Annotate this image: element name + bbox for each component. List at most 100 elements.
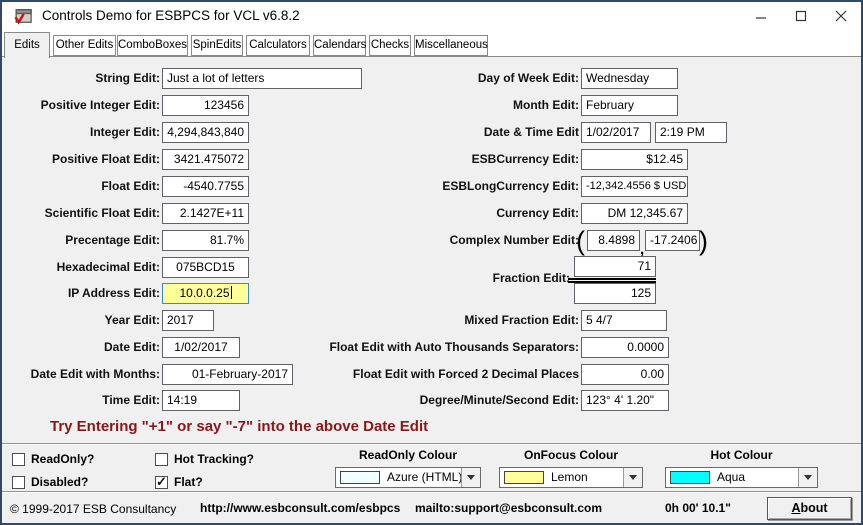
maximize-icon: [795, 10, 807, 22]
options-panel: ReadOnly? Disabled? Hot Tracking? Flat? …: [2, 443, 861, 491]
window-controls: [741, 2, 861, 30]
esb-long-currency-edit-field[interactable]: -12,342.4556 $ USD: [581, 176, 688, 197]
hot-tracking-checkbox-label: Hot Tracking?: [174, 452, 254, 466]
close-button[interactable]: [821, 2, 861, 30]
hot-colour-dropdown-button[interactable]: [798, 468, 817, 487]
complex-open-paren: (: [576, 228, 585, 255]
esb-long-currency-edit-label: ESBLongCurrency Edit:: [442, 179, 579, 193]
tab-miscellaneous[interactable]: Miscellaneous: [414, 35, 488, 56]
tab-comboboxes[interactable]: ComboBoxes: [117, 35, 188, 56]
complex-close-paren: ): [699, 228, 708, 255]
titlebar: Controls Demo for ESBPCS for VCL v6.8.2: [2, 2, 861, 30]
date-time-edit-date-field[interactable]: 1/02/2017: [581, 122, 651, 143]
hot-tracking-checkbox[interactable]: [155, 453, 168, 466]
mixed-fraction-edit-field[interactable]: 5 4/7: [581, 310, 667, 331]
hexadecimal-edit-label: Hexadecimal Edit:: [57, 260, 160, 274]
string-edit-field[interactable]: Just a lot of letters: [162, 68, 362, 89]
tab-spinedits[interactable]: SpinEdits: [191, 35, 243, 56]
tab-strip-divider: [2, 56, 861, 57]
positive-float-edit-label: Positive Float Edit:: [52, 152, 160, 166]
date-edit-label: Date Edit:: [104, 340, 160, 354]
date-edit-with-months-label: Date Edit with Months:: [31, 367, 160, 381]
elapsed-time: 0h 00' 10.1": [665, 501, 731, 515]
tab-edits[interactable]: Edits: [4, 32, 50, 58]
close-icon: [835, 10, 847, 22]
scientific-float-edit-field[interactable]: 2.1427E+11: [162, 203, 249, 224]
mixed-fraction-edit-label: Mixed Fraction Edit:: [464, 313, 579, 327]
dms-edit-label: Degree/Minute/Second Edit:: [420, 393, 579, 407]
positive-integer-edit-label: Positive Integer Edit:: [41, 98, 160, 112]
auto-thousands-edit-label: Float Edit with Auto Thousands Separator…: [329, 340, 579, 354]
flat-checkbox[interactable]: [155, 476, 168, 489]
float-edit-field[interactable]: -4540.7755: [162, 176, 249, 197]
month-edit-label: Month Edit:: [513, 98, 579, 112]
tab-checks[interactable]: Checks: [369, 35, 411, 56]
esb-currency-edit-field[interactable]: $12.45: [581, 149, 688, 170]
text-caret: [231, 286, 232, 299]
onfocus-colour-dropdown-button[interactable]: [623, 468, 642, 487]
minimize-button[interactable]: [741, 2, 781, 30]
readonly-checkbox[interactable]: [12, 453, 25, 466]
app-icon: [13, 6, 33, 26]
time-edit-label: Time Edit:: [102, 393, 160, 407]
readonly-colour-combo[interactable]: Azure (HTML): [335, 467, 481, 488]
flat-checkbox-label: Flat?: [174, 475, 203, 489]
hexadecimal-edit-field[interactable]: 075BCD15: [162, 257, 249, 278]
readonly-colour-value: Azure (HTML): [387, 470, 462, 484]
integer-edit-label: Integer Edit:: [90, 125, 160, 139]
date-edit-hint: Try Entering "+1" or say "-7" into the a…: [50, 418, 428, 435]
positive-float-edit-field[interactable]: 3421.475072: [162, 149, 249, 170]
app-window: Controls Demo for ESBPCS for VCL v6.8.2 …: [0, 0, 863, 525]
float-edit-label: Float Edit:: [101, 179, 160, 193]
esb-currency-edit-label: ESBCurrency Edit:: [472, 152, 579, 166]
ip-address-edit-label: IP Address Edit:: [68, 286, 160, 300]
hot-colour-combo[interactable]: Aqua: [665, 467, 818, 488]
percentage-edit-label: Precentage Edit:: [65, 233, 160, 247]
day-of-week-edit-label: Day of Week Edit:: [478, 71, 579, 85]
copyright-text: © 1999-2017 ESB Consultancy: [10, 502, 176, 516]
currency-edit-label: Currency Edit:: [496, 206, 579, 220]
complex-number-edit-label: Complex Number Edit:: [450, 233, 579, 247]
onfocus-colour-value: Lemon: [551, 470, 588, 484]
day-of-week-edit-field[interactable]: Wednesday: [581, 68, 678, 89]
percentage-edit-field[interactable]: 81.7%: [162, 230, 249, 251]
fraction-numerator-field[interactable]: 71: [574, 256, 656, 277]
forced-decimals-edit-label: Float Edit with Forced 2 Decimal Places: [353, 367, 579, 381]
date-edit-with-months-field[interactable]: 01-February-2017: [162, 364, 293, 385]
website-url: http://www.esbconsult.com/esbpcs: [200, 501, 400, 515]
auto-thousands-edit-field[interactable]: 0.0000: [581, 337, 669, 358]
about-button[interactable]: About: [767, 497, 852, 520]
date-time-edit-label: Date & Time Edit: [484, 125, 579, 139]
month-edit-field[interactable]: February: [581, 95, 678, 116]
scientific-float-edit-label: Scientific Float Edit:: [45, 206, 160, 220]
year-edit-field[interactable]: 2017: [162, 310, 214, 331]
year-edit-label: Year Edit:: [105, 313, 160, 327]
tab-calculators[interactable]: Calculators: [246, 35, 310, 56]
date-edit-field[interactable]: 1/02/2017: [162, 337, 240, 358]
time-edit-field[interactable]: 14:19: [162, 390, 240, 411]
hot-colour-label: Hot Colour: [665, 448, 818, 462]
status-bar: © 1999-2017 ESB Consultancy http://www.e…: [2, 491, 861, 523]
readonly-colour-dropdown-button[interactable]: [461, 468, 480, 487]
tab-calendars[interactable]: Calendars: [313, 35, 366, 56]
hot-colour-swatch: [670, 471, 710, 484]
date-time-edit-time-field[interactable]: 2:19 PM: [655, 122, 727, 143]
readonly-colour-label: ReadOnly Colour: [335, 448, 481, 462]
integer-edit-field[interactable]: 4,294,843,840: [162, 122, 249, 143]
onfocus-colour-swatch: [504, 471, 544, 484]
ip-address-edit-field[interactable]: 10.0.0.25: [162, 283, 249, 304]
currency-edit-field[interactable]: DM 12,345.67: [581, 203, 688, 224]
disabled-checkbox[interactable]: [12, 476, 25, 489]
dms-edit-field[interactable]: 123° 4' 1.20": [581, 390, 669, 411]
hot-colour-value: Aqua: [717, 470, 745, 484]
chevron-down-icon: [629, 475, 637, 480]
onfocus-colour-combo[interactable]: Lemon: [499, 467, 643, 488]
maximize-button[interactable]: [781, 2, 821, 30]
readonly-colour-swatch: [340, 471, 380, 484]
forced-decimals-edit-field[interactable]: 0.00: [581, 364, 669, 385]
tab-other-edits[interactable]: Other Edits: [53, 35, 116, 56]
positive-integer-edit-field[interactable]: 123456: [162, 95, 249, 116]
fraction-denominator-field[interactable]: 125: [574, 283, 656, 304]
complex-real-field[interactable]: 8.4898: [587, 230, 640, 251]
complex-imaginary-field[interactable]: -17.2406: [645, 230, 700, 251]
